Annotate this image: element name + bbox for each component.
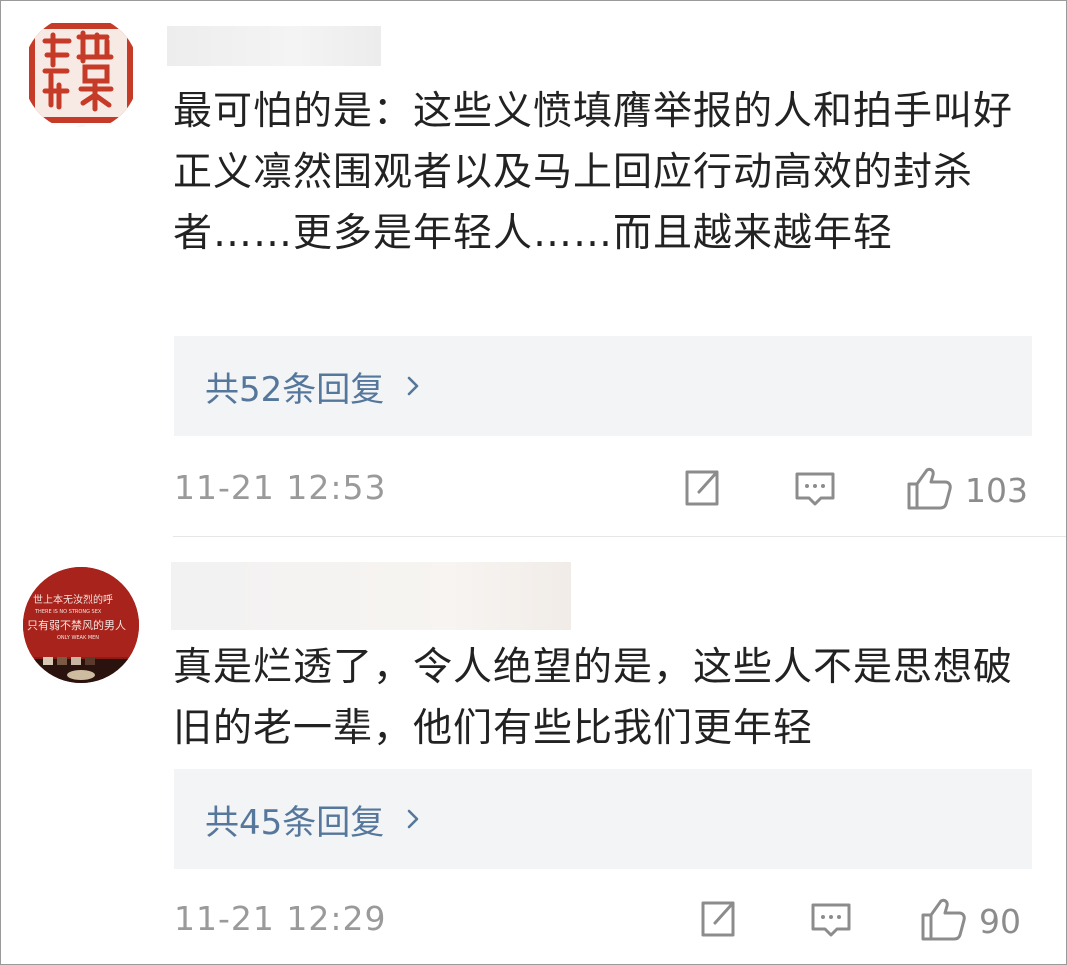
view-replies-button[interactable]: 共45条回复 — [174, 769, 1032, 869]
comment-button[interactable] — [809, 899, 853, 943]
replies-count-label: 共52条回复 — [205, 369, 385, 410]
view-replies-button[interactable]: 共52条回复 — [174, 336, 1032, 436]
avatar-line4: ONLY WEAK MEN — [57, 635, 99, 641]
timestamp: 11-21 12:29 — [174, 899, 387, 938]
chevron-right-icon — [402, 808, 424, 830]
avatar-line1: 世上本无汝烈的呼 — [33, 593, 113, 606]
avatar[interactable]: 兑美常刻 — [23, 15, 139, 131]
comment-meta: 11-21 12:29 90 — [174, 891, 1034, 951]
like-count: 103 — [965, 470, 1028, 510]
comment-text: 最可怕的是：这些义愤填膺举报的人和拍手叫好正义凛然围观者以及马上回应行动高效的封… — [173, 89, 1014, 256]
like-button[interactable]: 90 — [919, 898, 1021, 943]
share-button[interactable] — [695, 899, 739, 943]
thumbs-up-icon — [919, 895, 967, 947]
share-icon — [679, 466, 723, 514]
comment-icon — [809, 897, 853, 945]
thumbs-up-icon — [905, 464, 953, 516]
like-count: 90 — [979, 901, 1021, 941]
comment-item: 世上本无汝烈的呼 THERE IS NO STRONG SEX 只有弱不禁风的男… — [1, 537, 1066, 964]
share-button[interactable] — [679, 468, 723, 512]
avatar-line3: 只有弱不禁风的男人 — [27, 618, 126, 632]
username-redacted[interactable] — [167, 26, 381, 66]
comment-item: 兑美常刻 最可怕的是：这些义愤填膺举报的人和拍手叫好正义凛然围观者以及马上回应行… — [1, 1, 1066, 536]
timestamp: 11-21 12:53 — [174, 468, 387, 507]
replies-count-label: 共45条回复 — [205, 802, 385, 843]
username-redacted[interactable] — [171, 562, 571, 630]
red-seal-avatar-icon: 兑美常刻 — [23, 15, 139, 131]
chevron-right-icon — [402, 375, 424, 397]
avatar[interactable]: 世上本无汝烈的呼 THERE IS NO STRONG SEX 只有弱不禁风的男… — [23, 567, 139, 683]
comment-button[interactable] — [793, 468, 837, 512]
comment-text: 真是烂透了，令人绝望的是，这些人不是思想破旧的老一辈，他们有些比我们更年轻 — [173, 645, 1014, 751]
like-button[interactable]: 103 — [905, 467, 1028, 512]
avatar-line2: THERE IS NO STRONG SEX — [34, 609, 102, 615]
comment-icon — [793, 466, 837, 514]
red-wall-quote-avatar-icon: 世上本无汝烈的呼 THERE IS NO STRONG SEX 只有弱不禁风的男… — [23, 567, 139, 683]
comment-meta: 11-21 12:53 103 — [174, 460, 1034, 520]
comment-list: 兑美常刻 最可怕的是：这些义愤填膺举报的人和拍手叫好正义凛然围观者以及马上回应行… — [0, 0, 1067, 965]
share-icon — [695, 897, 739, 945]
